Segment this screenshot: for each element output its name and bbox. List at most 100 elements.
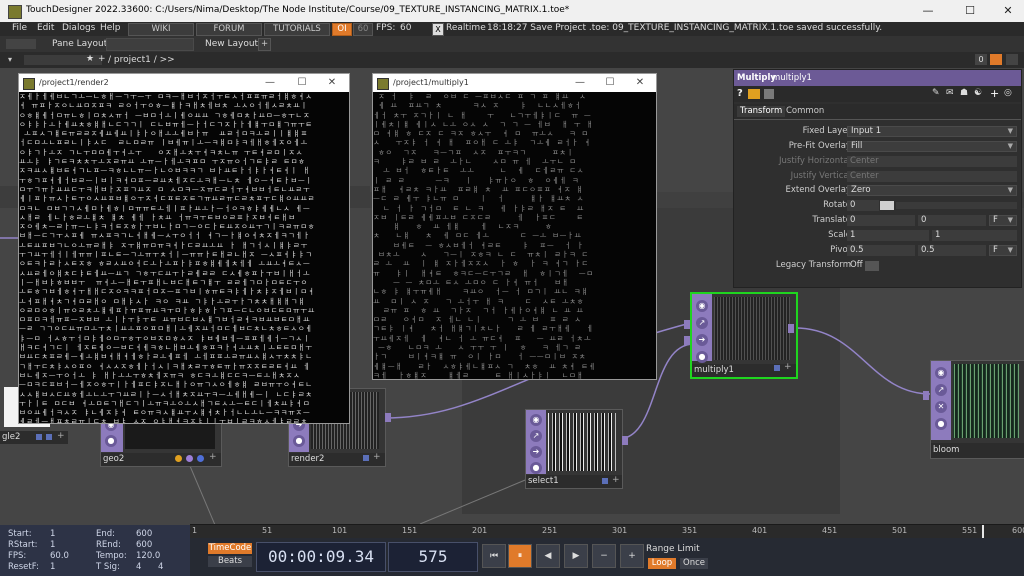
menu-help[interactable]: Help xyxy=(100,23,121,33)
pane-layout-selector[interactable] xyxy=(106,38,194,51)
timecode-mode-button[interactable]: TimeCode xyxy=(208,543,252,554)
node-bypass-icon[interactable]: ↗ xyxy=(530,430,542,442)
translate-y-field[interactable]: 0 xyxy=(918,215,986,226)
node-render-flag-icon[interactable]: ● xyxy=(935,418,947,430)
node-close-icon[interactable]: ✕ xyxy=(935,401,947,413)
realtime-checkbox[interactable]: X xyxy=(432,23,444,36)
viewer-minimize-button[interactable]: — xyxy=(263,76,277,90)
rewind-to-start-button[interactable]: ⏮ xyxy=(482,544,506,568)
add-layout-button[interactable]: + xyxy=(258,38,271,51)
oi-badge[interactable]: OI xyxy=(332,23,352,36)
target-icon[interactable]: ◎ xyxy=(1004,88,1012,98)
pencil-icon[interactable]: ✎ xyxy=(932,88,940,98)
add-icon[interactable]: + xyxy=(98,54,106,64)
translate-x-field[interactable]: 0 xyxy=(847,215,915,226)
node-render-flag-icon[interactable]: ● xyxy=(696,351,708,363)
node-input-port-1[interactable] xyxy=(684,320,690,329)
tab-common[interactable]: Common xyxy=(786,106,824,117)
viewer-window-render2[interactable]: /project1/render2 — ☐ ✕ ㅈㅖㅏㅔㅖㅂㄴㄱㅗㅡㄴㅎㅐㅡㄱㅜ… xyxy=(18,73,350,424)
node-viewer-icon[interactable]: ◉ xyxy=(935,367,947,379)
node-arrow-icon[interactable]: ➔ xyxy=(696,334,708,346)
operator-name[interactable]: multiply1 xyxy=(772,73,812,83)
add-icon[interactable]: + xyxy=(990,87,999,100)
node-flag[interactable] xyxy=(46,434,52,440)
node-bypass-icon[interactable]: ↗ xyxy=(696,317,708,329)
node-multiply1[interactable]: ◉ ↗ ➔ ● multiply1 + xyxy=(684,292,798,379)
node-flag[interactable] xyxy=(36,434,42,440)
loop-button[interactable]: Loop xyxy=(648,558,676,569)
help-icon[interactable]: ? xyxy=(737,88,743,99)
menu-dialogs[interactable]: Dialogs xyxy=(62,23,95,33)
node-bloom[interactable]: ◉ ↗ ✕ ● bloom xyxy=(923,360,1024,459)
pivot-x-field[interactable]: 0.5 xyxy=(847,245,915,256)
viewer-window-multiply1[interactable]: /project1/multiply1 — ☐ ✕ ㅈ ㅓ ㅑ ㄹ ㅇㅂ ㄷ ㅡ… xyxy=(372,73,657,380)
viewer-maximize-button[interactable]: ☐ xyxy=(295,76,309,90)
tutorials-button[interactable]: TUTORIALS xyxy=(264,23,330,36)
tab-transform[interactable]: Transform xyxy=(737,106,786,117)
info-icon[interactable] xyxy=(748,89,760,99)
node-add-icon[interactable]: + xyxy=(373,452,381,462)
viewer-canvas[interactable]: ㅈ ㅓ ㅑ ㄹ ㅇㅂ ㄷ ㅡㅍㅂㅅㄷ ㅍ ㄱ ㅍ ㅒㅛ ㅅ ㅖ ㅛ ㅍㅛㄱ ㅊ … xyxy=(373,92,656,379)
fixed-layer-dropdown[interactable]: Input 1 ▼ xyxy=(847,126,1017,137)
rend-value[interactable]: 600 xyxy=(136,540,152,550)
node-render-flag-icon[interactable]: ● xyxy=(293,435,305,447)
pivot-y-field[interactable]: 0.5 xyxy=(918,245,986,256)
node-input-port[interactable] xyxy=(923,391,929,400)
step-back-button[interactable]: − xyxy=(592,544,616,568)
node-add-icon[interactable]: + xyxy=(784,362,792,372)
star-icon[interactable]: ★ xyxy=(86,54,94,64)
python-icon[interactable]: ☯ xyxy=(974,88,982,98)
viewer-close-button[interactable]: ✕ xyxy=(633,76,647,90)
rotate-field[interactable]: 0 xyxy=(847,200,879,211)
minimize-button[interactable]: — xyxy=(918,3,938,19)
viewer-minimize-button[interactable]: — xyxy=(573,76,587,90)
node-input-port-2[interactable] xyxy=(684,336,690,345)
node-render-flag-icon[interactable]: ● xyxy=(105,435,117,447)
node-bypass-icon[interactable]: ↗ xyxy=(935,384,947,396)
viewer-maximize-button[interactable]: ☐ xyxy=(603,76,617,90)
start-value[interactable]: 1 xyxy=(50,529,55,539)
once-button[interactable]: Once xyxy=(680,558,708,569)
node-flag-orange[interactable] xyxy=(175,455,182,462)
translate-unit-dropdown[interactable]: F ▼ xyxy=(989,215,1017,226)
play-forward-button[interactable]: ▶ xyxy=(564,544,588,568)
legacy-transform-toggle[interactable] xyxy=(865,261,879,271)
tsig-numerator[interactable]: 4 xyxy=(136,562,141,572)
expand-icon[interactable] xyxy=(1006,54,1018,65)
image-icon[interactable] xyxy=(764,89,774,99)
extend-overlay-dropdown[interactable]: Zero ▼ xyxy=(847,185,1017,196)
node-arrow-icon[interactable]: ➔ xyxy=(530,446,542,458)
playhead[interactable] xyxy=(982,525,984,538)
node-viewer-icon[interactable]: ◉ xyxy=(696,300,708,312)
forum-button[interactable]: FORUM xyxy=(196,23,262,36)
viewer-close-button[interactable]: ✕ xyxy=(325,76,339,90)
node-select1[interactable]: ◉ ↗ ➔ ● select1 + xyxy=(525,409,628,489)
node-viewer-icon[interactable]: ◉ xyxy=(530,414,542,426)
menu-arrow-icon[interactable]: ▾ xyxy=(8,55,18,65)
viewer-canvas[interactable]: ㅈㅖㅏㅔㅖㅂㄴㄱㅗㅡㄴㅎㅐㅡㄱㅜㅡㅜ ㅁㅋㅡㅐㅂㅓㅈㅓㅜㅌㅅㅓㅍㅍㅠㄹㅓㅒㅎㅕㅅ… xyxy=(19,92,349,423)
menu-edit[interactable]: Edit xyxy=(37,23,54,33)
rotate-slider[interactable] xyxy=(896,202,1017,209)
scale-y-field[interactable]: 1 xyxy=(932,230,1017,241)
timeline-ruler[interactable]: 151101151201251301351401451501551600 xyxy=(190,524,1024,539)
prefit-overlay-dropdown[interactable]: Fill ▼ xyxy=(847,141,1017,152)
lock-icon[interactable] xyxy=(990,54,1002,65)
beats-mode-button[interactable]: Beats xyxy=(208,556,252,567)
pause-button[interactable]: ⏸ xyxy=(508,544,532,568)
close-button[interactable]: ✕ xyxy=(998,3,1018,19)
comment-icon[interactable]: ✉ xyxy=(946,88,954,98)
node-flag[interactable] xyxy=(363,455,369,461)
play-backward-button[interactable]: ◀ xyxy=(536,544,560,568)
rstart-value[interactable]: 1 xyxy=(50,540,55,550)
node-output-port[interactable] xyxy=(622,436,628,445)
rotate-slider-handle[interactable] xyxy=(880,201,894,210)
node-add-icon[interactable]: + xyxy=(612,475,620,485)
scale-x-field[interactable]: 1 xyxy=(847,230,929,241)
node-add-icon[interactable]: + xyxy=(57,431,65,441)
end-value[interactable]: 600 xyxy=(136,529,152,539)
network-path[interactable]: / project1 / >> xyxy=(108,55,175,65)
node-flag[interactable] xyxy=(774,365,780,371)
node-render-flag-icon[interactable]: ● xyxy=(530,462,542,474)
node-flag-blue[interactable] xyxy=(197,455,204,462)
maximize-button[interactable]: ☐ xyxy=(960,3,980,19)
